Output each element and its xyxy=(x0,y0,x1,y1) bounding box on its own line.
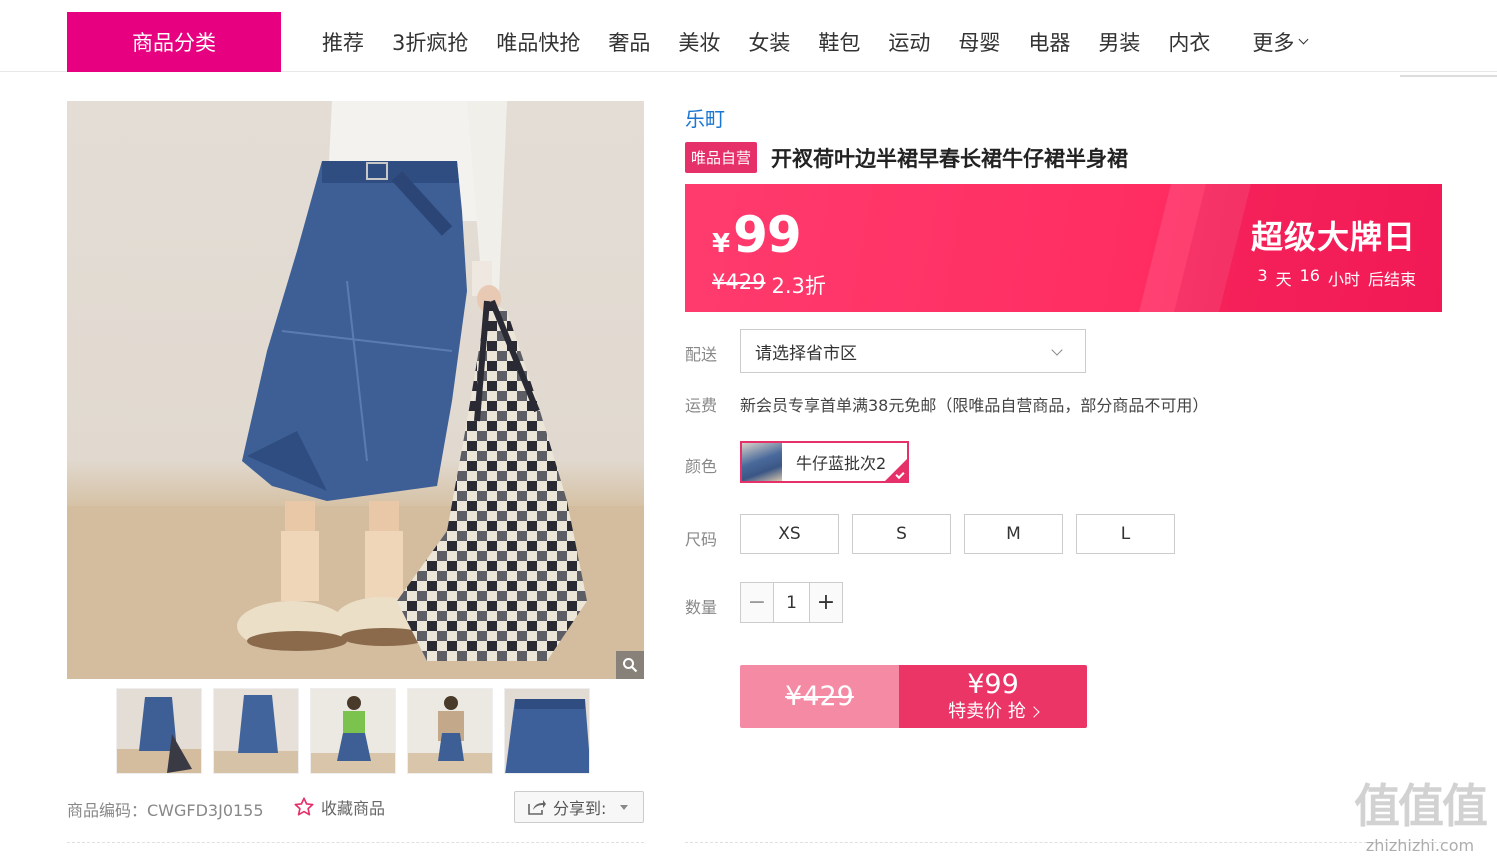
nav-more-dropdown[interactable]: 更多 xyxy=(1238,27,1321,57)
price-banner: ¥ 99 ¥429 2.3折 超级大牌日 3 天 16 小时 后结束 xyxy=(685,184,1442,312)
thumbnail-strip xyxy=(116,688,590,774)
countdown-suffix: 后结束 xyxy=(1367,270,1416,289)
favorite-label: 收藏商品 xyxy=(321,799,386,818)
size-options: XS S M L xyxy=(740,514,1175,554)
divider xyxy=(685,842,1442,843)
self-operated-badge: 唯品自营 xyxy=(685,142,758,173)
current-price: ¥ 99 xyxy=(712,206,802,264)
countdown: 3 天 16 小时 后结束 xyxy=(1257,266,1416,290)
nav-item-recommend[interactable]: 推荐 xyxy=(308,27,378,57)
color-option-selected[interactable]: 牛仔蓝批次2 xyxy=(740,441,909,483)
chevron-down-icon xyxy=(1298,34,1309,45)
product-title: 开衩荷叶边半裙早春长裙牛仔裙半身裙 xyxy=(771,146,1129,171)
chevron-down-icon xyxy=(1051,344,1063,356)
quantity-decrease-button[interactable]: − xyxy=(741,583,773,622)
size-option-m[interactable]: M xyxy=(964,514,1063,554)
watermark: 值值值 zhizhizhi.com xyxy=(1345,770,1495,855)
shipping-info: 新会员专享首单满38元免邮（限唯品自营商品，部分商品不可用） xyxy=(740,396,1209,415)
brand-link[interactable]: 乐町 xyxy=(685,103,725,132)
event-name: 超级大牌日 xyxy=(1250,218,1416,256)
nav-item-30off[interactable]: 3折疯抢 xyxy=(378,27,482,57)
magnifier-icon xyxy=(623,658,638,673)
thumbnail-4[interactable] xyxy=(407,688,493,774)
buy-label-row: 特卖价 抢 xyxy=(948,700,1040,724)
size-label: 尺码 xyxy=(685,530,718,549)
delivery-label: 配送 xyxy=(685,345,718,364)
nav-item-baby[interactable]: 母婴 xyxy=(944,27,1014,57)
nav-more-label: 更多 xyxy=(1252,31,1295,55)
chevron-right-icon xyxy=(1028,705,1040,718)
quantity-label: 数量 xyxy=(685,598,718,617)
quantity-increase-button[interactable]: + xyxy=(810,583,842,622)
nav-item-flash-sale[interactable]: 唯品快抢 xyxy=(482,27,594,57)
buy-label: 特卖价 抢 xyxy=(948,700,1026,722)
buy-sale-section: ¥99 特卖价 抢 xyxy=(899,665,1087,728)
nav-divider xyxy=(1400,75,1497,77)
category-menu-button[interactable]: 商品分类 xyxy=(67,12,281,72)
star-icon xyxy=(294,797,314,816)
discount-label: 2.3折 xyxy=(771,274,826,298)
size-option-l[interactable]: L xyxy=(1076,514,1175,554)
nav-item-shoes-bags[interactable]: 鞋包 xyxy=(804,27,874,57)
nav-item-appliances[interactable]: 电器 xyxy=(1014,27,1084,57)
share-icon xyxy=(528,800,546,815)
original-price: ¥429 xyxy=(712,270,766,294)
countdown-hours: 16 xyxy=(1299,266,1320,285)
product-main-image[interactable] xyxy=(67,101,644,679)
nav-item-luxury[interactable]: 奢品 xyxy=(594,27,664,57)
thumbnail-1[interactable] xyxy=(116,688,202,774)
size-option-xs[interactable]: XS xyxy=(740,514,839,554)
share-dropdown[interactable]: 分享到: xyxy=(514,791,644,823)
caret-down-icon xyxy=(620,804,629,810)
countdown-days: 3 xyxy=(1257,266,1268,285)
nav-item-women[interactable]: 女装 xyxy=(734,27,804,57)
favorite-button[interactable]: 收藏商品 xyxy=(293,795,385,819)
region-select[interactable]: 请选择省市区 xyxy=(740,329,1086,373)
countdown-hours-unit: 小时 xyxy=(1327,270,1360,289)
color-option-label: 牛仔蓝批次2 xyxy=(796,454,887,473)
nav-item-sports[interactable]: 运动 xyxy=(874,27,944,57)
divider xyxy=(67,842,644,843)
shipping-label: 运费 xyxy=(685,396,718,415)
watermark-logo: 值值值 xyxy=(1354,779,1488,833)
watermark-url: zhizhizhi.com xyxy=(1365,836,1475,855)
product-sku: 商品编码：CWGFD3J0155 xyxy=(67,801,264,820)
nav-item-underwear[interactable]: 内衣 xyxy=(1154,27,1224,57)
title-row: 唯品自营 开衩荷叶边半裙早春长裙牛仔裙半身裙 xyxy=(685,142,1128,173)
buy-original-price: ¥429 xyxy=(740,665,899,728)
product-meta-row: 商品编码：CWGFD3J0155 收藏商品 分享到: xyxy=(67,790,644,824)
top-navigation: 商品分类 推荐 3折疯抢 唯品快抢 奢品 美妆 女装 鞋包 运动 母婴 电器 男… xyxy=(0,0,1497,72)
region-select-value: 请选择省市区 xyxy=(755,343,857,364)
selected-corner xyxy=(885,459,907,481)
nav-items: 推荐 3折疯抢 唯品快抢 奢品 美妆 女装 鞋包 运动 母婴 电器 男装 内衣 … xyxy=(308,12,1321,72)
thumbnail-5[interactable] xyxy=(504,688,590,774)
color-label: 颜色 xyxy=(685,457,718,476)
quantity-stepper: − 1 + xyxy=(740,582,843,623)
currency-symbol: ¥ xyxy=(712,229,731,259)
product-photo-illustration xyxy=(67,101,644,679)
size-option-s[interactable]: S xyxy=(852,514,951,554)
quantity-value[interactable]: 1 xyxy=(773,583,810,622)
nav-item-beauty[interactable]: 美妆 xyxy=(664,27,734,57)
current-price-value: 99 xyxy=(733,206,802,264)
buy-now-button[interactable]: ¥429 ¥99 特卖价 抢 xyxy=(740,665,1087,728)
original-price-row: ¥429 2.3折 xyxy=(712,270,826,300)
countdown-days-unit: 天 xyxy=(1275,270,1292,289)
thumbnail-3[interactable] xyxy=(310,688,396,774)
buy-sale-price: ¥99 xyxy=(967,668,1019,700)
zoom-button[interactable] xyxy=(616,651,644,679)
nav-item-men[interactable]: 男装 xyxy=(1084,27,1154,57)
thumbnail-2[interactable] xyxy=(213,688,299,774)
share-label: 分享到: xyxy=(553,799,607,818)
color-swatch-image xyxy=(742,443,782,481)
